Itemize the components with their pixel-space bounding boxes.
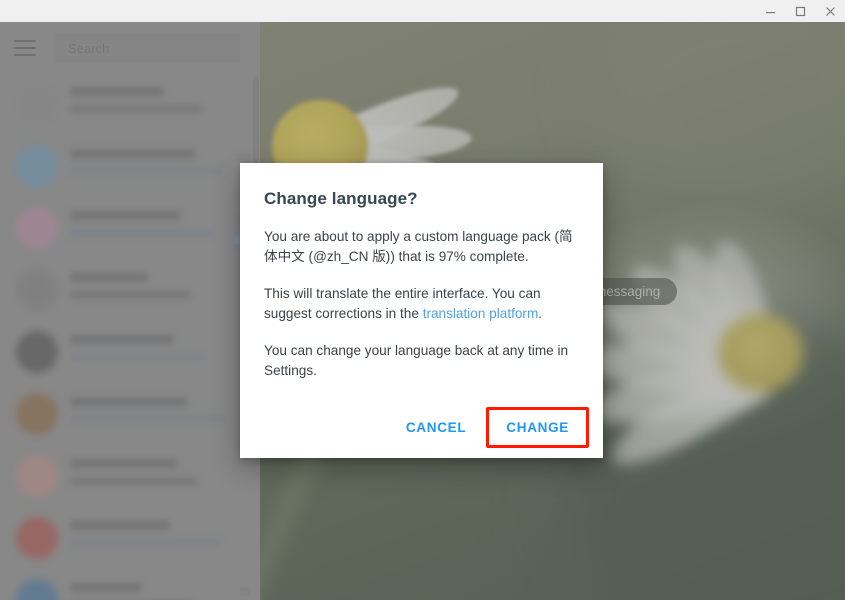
minimize-button[interactable] [755, 0, 785, 22]
change-button-highlight: CHANGE [486, 407, 589, 448]
cancel-button[interactable]: CANCEL [392, 411, 480, 444]
paragraph1-before: You are about to apply a custom language… [264, 229, 559, 244]
paragraph2-after: . [538, 306, 543, 321]
dialog-paragraph-3: You can change your language back at any… [264, 343, 569, 378]
dialog-paragraph-2: This will translate the entire interface… [264, 284, 579, 324]
maximize-button[interactable] [785, 0, 815, 22]
maximize-icon [795, 6, 805, 16]
app-window: messaging Search :323:010多11 Change la [0, 0, 845, 600]
dialog-paragraph-1: You are about to apply a custom language… [264, 227, 579, 267]
translation-platform-link[interactable]: translation platform [423, 306, 539, 321]
change-language-dialog: Change language? You are about to apply … [240, 163, 603, 458]
dialog-actions: CANCEL CHANGE [392, 407, 589, 448]
close-button[interactable] [815, 0, 845, 22]
close-icon [825, 6, 835, 16]
minimize-icon [765, 11, 775, 13]
dialog-title: Change language? [264, 189, 418, 208]
app-body: messaging Search :323:010多11 Change la [0, 22, 845, 600]
change-button[interactable]: CHANGE [492, 411, 583, 444]
title-bar [0, 0, 845, 22]
paragraph1-after: ) that is 97% complete. [390, 249, 529, 264]
